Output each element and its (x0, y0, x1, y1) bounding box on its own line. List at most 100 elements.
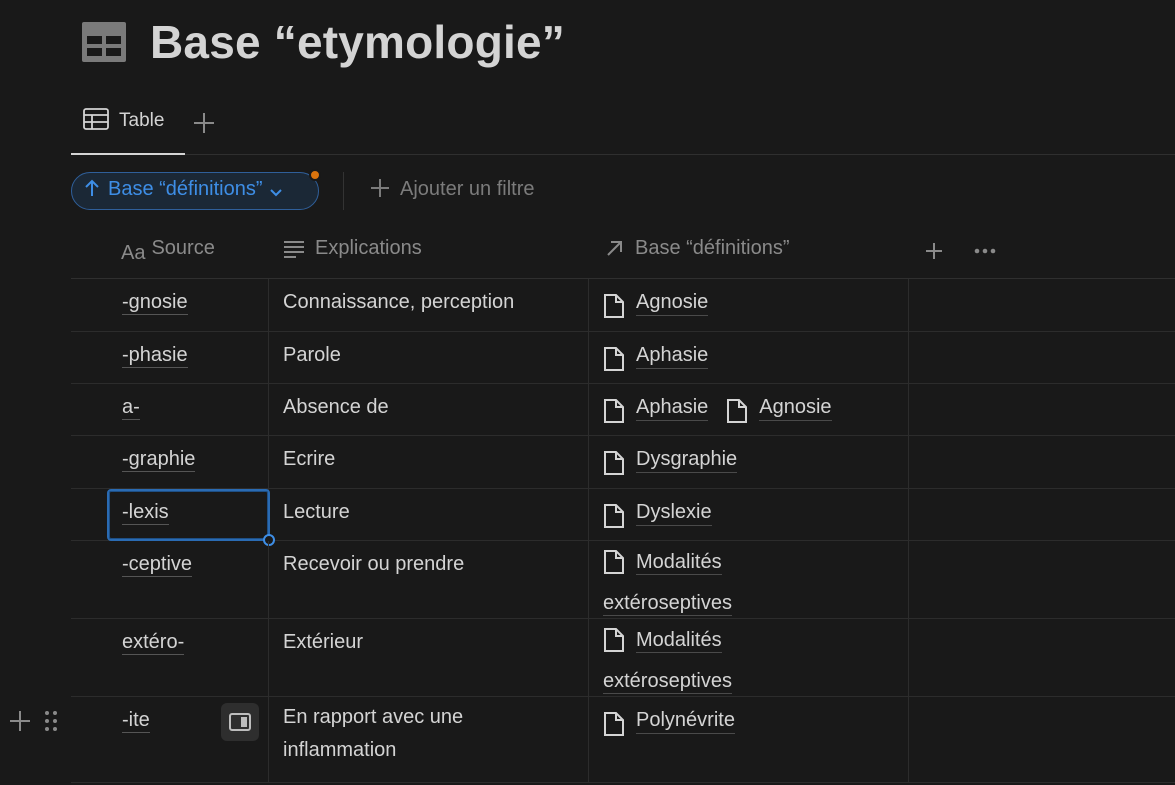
explication-text: Extérieur (283, 631, 364, 653)
cell-relation[interactable]: Modalités extéroseptives (588, 541, 908, 618)
relation-label: Polynévrite (636, 709, 735, 734)
filter-bar: Base “définitions” Ajouter un filtre (71, 168, 535, 214)
explication-text: Recevoir ou prendre (283, 553, 465, 575)
divider (343, 172, 344, 210)
relation-link[interactable]: Modalités extéroseptives (603, 623, 758, 698)
cell-source[interactable]: -ceptive (71, 541, 268, 618)
open-page-button[interactable] (221, 703, 259, 741)
relation-link[interactable]: Modalités extéroseptives (603, 545, 758, 620)
relation-link[interactable]: Aphasie (603, 396, 709, 430)
sort-indicator-dot (309, 169, 321, 181)
add-filter-button[interactable]: Ajouter un filtre (370, 178, 535, 204)
column-header-base-definitions[interactable]: Base “définitions” (605, 224, 790, 278)
page-doc-icon (603, 398, 625, 430)
cell-explication[interactable]: Parole (268, 332, 588, 383)
cell-empty[interactable] (908, 697, 1175, 782)
cell-explication[interactable]: Extérieur (268, 619, 588, 696)
source-text: -phasie (122, 344, 188, 368)
cell-source[interactable]: -gnosie (71, 279, 268, 331)
column-label: Base “définitions” (635, 236, 790, 259)
source-text: extéro- (122, 631, 185, 655)
plus-icon (194, 113, 214, 133)
cell-source[interactable]: -graphie (71, 436, 268, 488)
cell-empty[interactable] (908, 541, 1175, 618)
relation-label: Dysgraphie (636, 448, 738, 473)
table-row[interactable]: -phasie Parole Aphasie (71, 332, 1175, 384)
cell-explication[interactable]: En rapport avec une inflammation (268, 697, 588, 782)
page-doc-icon (603, 711, 625, 743)
table-icon (83, 108, 109, 135)
cell-relation[interactable]: Dyslexie (588, 489, 908, 540)
arrow-up-icon (84, 179, 100, 203)
source-text: -ceptive (122, 553, 193, 577)
cell-empty[interactable] (908, 619, 1175, 696)
source-text: -ite (122, 709, 150, 733)
tab-table[interactable]: Table (71, 100, 185, 155)
cell-empty[interactable] (908, 384, 1175, 435)
cell-empty[interactable] (908, 489, 1175, 540)
table-row[interactable]: -ceptive Recevoir ou prendre Modalités ext… (71, 541, 1175, 619)
cell-source[interactable]: extéro- (71, 619, 268, 696)
page-doc-icon (603, 627, 625, 664)
table-row[interactable]: -ite En rapport avec une inflammation Poly… (10, 697, 1175, 783)
sort-pill[interactable]: Base “définitions” (71, 169, 321, 210)
cell-explication[interactable]: Ecrire (268, 436, 588, 488)
add-row-button[interactable] (8, 709, 32, 738)
plus-icon (926, 243, 942, 259)
cell-relation[interactable]: Polynévrite (588, 697, 908, 782)
cell-source[interactable]: -phasie (71, 332, 268, 383)
page-doc-icon (726, 398, 748, 430)
table-database-icon[interactable] (82, 22, 126, 62)
add-filter-label: Ajouter un filtre (400, 177, 535, 200)
cell-explication[interactable]: Recevoir ou prendre (268, 541, 588, 618)
source-text: -gnosie (122, 291, 188, 315)
relation-label: Dyslexie (636, 501, 712, 526)
table-row[interactable]: extéro- Extérieur Modalités extéroseptives (71, 619, 1175, 697)
page-title[interactable]: Base “etymologie” (150, 15, 565, 69)
plus-icon (370, 178, 390, 204)
cell-relation[interactable]: Aphasie (588, 332, 908, 383)
column-header-source[interactable]: Aa Source (121, 224, 215, 278)
column-header-explications[interactable]: Explications (283, 224, 422, 278)
column-label: Source (151, 236, 215, 259)
more-options-button[interactable] (973, 240, 997, 267)
relation-link[interactable]: Polynévrite (603, 709, 735, 743)
source-text: a- (122, 396, 140, 420)
tab-table-label: Table (119, 109, 165, 131)
cell-empty[interactable] (908, 279, 1175, 331)
relation-link[interactable]: Dysgraphie (603, 448, 738, 482)
relation-link[interactable]: Dyslexie (603, 501, 712, 535)
add-view-button[interactable] (193, 112, 217, 136)
source-text: -graphie (122, 448, 196, 472)
cell-relation[interactable]: Dysgraphie (588, 436, 908, 488)
cell-empty[interactable] (908, 332, 1175, 383)
table-row[interactable]: -lexis Lecture Dyslexie (71, 489, 1175, 546)
relation-link[interactable]: Agnosie (726, 396, 832, 430)
cell-relation[interactable]: Aphasie Agnosie (588, 384, 908, 435)
view-tabs: Table (71, 100, 1175, 155)
page-header: Base “etymologie” (82, 12, 565, 72)
relation-link[interactable]: Agnosie (603, 291, 709, 325)
explication-text: Lecture (283, 501, 350, 523)
database-table: Aa Source Explications Base “définitions… (10, 224, 1175, 783)
relation-link[interactable]: Aphasie (603, 344, 709, 378)
drag-handle-icon[interactable] (44, 709, 58, 738)
more-dots-icon (974, 248, 996, 254)
relation-label: Aphasie (636, 344, 709, 369)
table-row[interactable]: -graphie Ecrire Dysgraphie (71, 436, 1175, 489)
cell-explication[interactable]: Connaissance, perception (268, 279, 588, 331)
add-column-button[interactable] (923, 240, 945, 267)
explication-text: Parole (283, 344, 341, 366)
cell-explication[interactable]: Absence de (268, 384, 588, 435)
relation-arrow-icon (605, 238, 625, 264)
table-row[interactable]: a- Absence de Aphasie Agnosie (71, 384, 1175, 436)
chevron-down-icon (269, 181, 283, 204)
cell-relation[interactable]: Agnosie (588, 279, 908, 331)
cell-empty[interactable] (908, 436, 1175, 488)
sort-pill-label: Base “définitions” (108, 177, 263, 200)
cell-relation[interactable]: Modalités extéroseptives (588, 619, 908, 696)
cell-source[interactable]: a- (71, 384, 268, 435)
table-row[interactable]: -gnosie Connaissance, perception Agnosie (71, 279, 1175, 332)
cell-explication[interactable]: Lecture (268, 489, 588, 540)
explication-text: Connaissance, perception (283, 291, 515, 313)
